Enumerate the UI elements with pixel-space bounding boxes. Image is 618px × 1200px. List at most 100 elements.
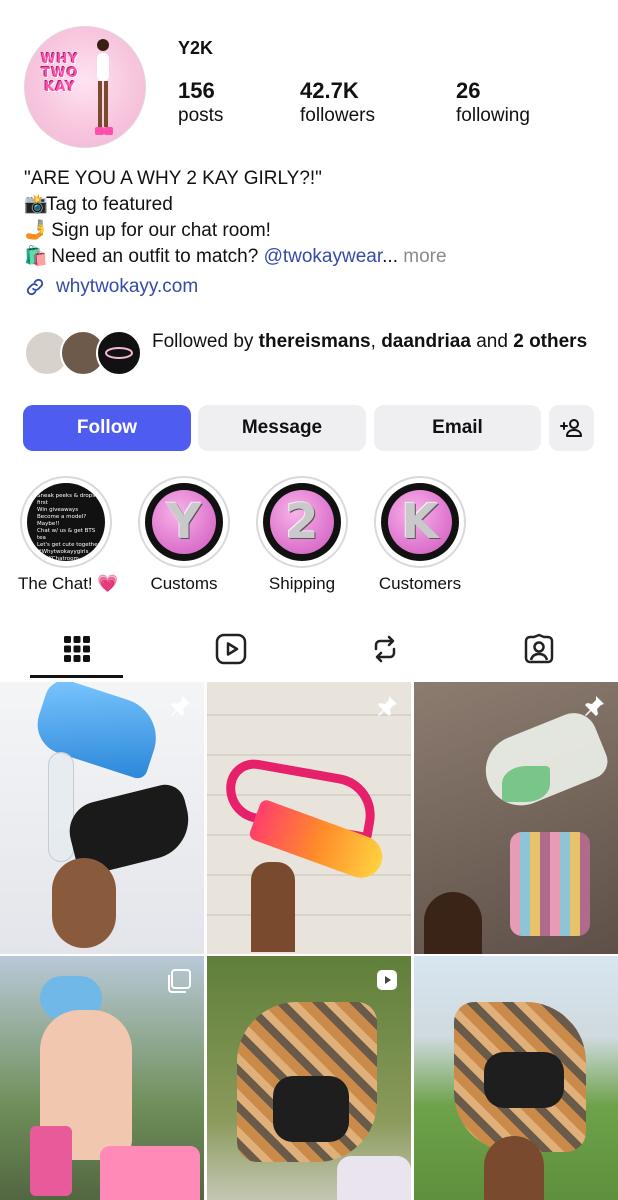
highlight-cover-text: Sneak peeks & drops first Win giveaways … <box>37 493 100 561</box>
post-image-hand <box>424 892 482 954</box>
bio-line: 🤳 Sign up for our chat room! <box>24 218 599 244</box>
bio-mention-link[interactable]: @twokaywear <box>264 246 383 267</box>
link-icon <box>26 278 44 296</box>
highlight-ring: Sneak peeks & drops first Win giveaways … <box>20 476 112 568</box>
pinned-badge <box>168 694 192 723</box>
highlight-label: Customs <box>150 574 218 593</box>
followed-by-text: Followed by thereismans, daandriaa and 2… <box>152 329 592 355</box>
highlight-cover: K <box>381 483 459 561</box>
bio-line: "ARE YOU A WHY 2 KAY GIRLY?!" <box>24 168 322 189</box>
follow-button[interactable]: Follow <box>23 405 191 451</box>
bio-text: Tag to featured <box>46 194 173 215</box>
tab-tagged[interactable] <box>462 618 616 680</box>
post-image-blanket <box>100 1146 200 1200</box>
stat-label: following <box>456 105 530 126</box>
profile-username: Y2K <box>178 38 214 58</box>
stat-value: 26 <box>456 78 481 103</box>
followed-by[interactable]: Followed by thereismans, daandriaa and 2… <box>24 326 594 382</box>
highlight-label: Shipping <box>268 574 336 593</box>
highlight-ring: Y <box>138 476 230 568</box>
carousel-badge <box>166 968 192 999</box>
posts-count: 156 posts <box>178 78 223 128</box>
stat-value: 156 <box>178 78 215 103</box>
pinned-badge <box>375 694 399 723</box>
tab-reels[interactable] <box>154 618 308 680</box>
tab-reposts[interactable] <box>308 618 462 680</box>
follower-logo-icon <box>105 347 133 359</box>
highlight-the-chat[interactable]: Sneak peeks & drops first Win giveaways … <box>18 476 119 594</box>
followers-count[interactable]: 42.7K followers <box>300 78 375 128</box>
posts-grid <box>0 682 618 1200</box>
post-image-platform <box>510 832 590 936</box>
post-image-hand <box>484 1136 544 1200</box>
active-tab-indicator <box>30 675 123 678</box>
post-image-woven-strap <box>484 1052 564 1108</box>
stat-label: followers <box>300 105 375 126</box>
highlight-customers[interactable]: K Customers <box>372 476 468 594</box>
highlight-label: Customers <box>378 574 462 593</box>
bio-ellipsis: ... <box>382 246 398 267</box>
bio-text: Need an outfit to match? <box>46 246 264 267</box>
highlight-customs[interactable]: Y Customs <box>136 476 232 594</box>
pin-icon <box>585 696 604 716</box>
highlight-cover: Sneak peeks & drops first Win giveaways … <box>27 483 105 561</box>
camera-emoji-icon: 📸 <box>24 194 48 215</box>
avatar-logo: WHY TWO KAY <box>41 52 79 95</box>
pin-icon <box>171 696 190 716</box>
stat-label: posts <box>178 105 224 126</box>
followed-by-prefix: Followed by <box>152 331 259 352</box>
website-link[interactable]: whytwokayy.com <box>24 276 198 298</box>
post-image-heel <box>48 752 74 862</box>
add-person-icon <box>559 419 582 437</box>
post-image-woven-strap <box>273 1076 349 1142</box>
selfie-emoji-icon: 🤳 <box>24 220 48 241</box>
post-image-cooler <box>30 1126 72 1196</box>
follower-name[interactable]: daandriaa <box>381 331 471 352</box>
highlight-cover: Y <box>145 483 223 561</box>
profile-tabs <box>0 618 618 680</box>
post-tile[interactable] <box>0 956 204 1200</box>
bio-more-button[interactable]: more <box>398 246 446 267</box>
profile-bio: "ARE YOU A WHY 2 KAY GIRLY?!" 📸Tag to fe… <box>24 166 599 270</box>
follower-name[interactable]: thereismans <box>259 331 371 352</box>
avatar-figure-illustration <box>95 39 113 135</box>
post-tile[interactable] <box>414 682 618 954</box>
highlight-label: The Chat! 💗 <box>18 574 119 593</box>
bio-text: Sign up for our chat room! <box>46 220 271 241</box>
repost-icon <box>374 635 396 663</box>
post-tile[interactable] <box>207 682 411 954</box>
tab-posts-grid[interactable] <box>0 618 154 680</box>
post-tile[interactable] <box>207 956 411 1200</box>
bio-line: 🛍️ Need an outfit to match? @twokaywear.… <box>24 244 599 270</box>
followed-by-others[interactable]: 2 others <box>513 331 587 352</box>
highlight-letter: Y <box>152 490 216 554</box>
highlight-letter: 2 <box>270 490 334 554</box>
carousel-icon <box>168 969 191 993</box>
post-tile[interactable] <box>414 956 618 1200</box>
bio-line: 📸Tag to featured <box>24 192 599 218</box>
highlight-ring: 2 <box>256 476 348 568</box>
post-image-butterfly <box>502 766 550 802</box>
grid-icon <box>64 636 90 662</box>
post-image-box <box>337 1156 411 1200</box>
email-button[interactable]: Email <box>374 405 541 451</box>
post-tile[interactable] <box>0 682 204 954</box>
highlight-cover: 2 <box>263 483 341 561</box>
pin-icon <box>378 696 397 716</box>
reel-icon <box>377 970 397 990</box>
post-image-leg <box>52 858 116 948</box>
reels-icon <box>215 633 247 665</box>
message-button[interactable]: Message <box>198 405 366 451</box>
reel-badge <box>375 968 399 997</box>
profile-avatar[interactable]: WHY TWO KAY <box>24 26 146 148</box>
suggested-people-button[interactable] <box>549 405 594 451</box>
stat-value: 42.7K <box>300 78 359 103</box>
highlight-shipping[interactable]: 2 Shipping <box>254 476 350 594</box>
highlight-ring: K <box>374 476 466 568</box>
pinned-badge <box>582 694 606 723</box>
post-image-hand <box>251 862 295 952</box>
following-count[interactable]: 26 following <box>456 78 530 128</box>
website-link-text: whytwokayy.com <box>56 276 199 297</box>
highlight-letter: K <box>388 490 452 554</box>
follower-avatar <box>96 330 142 376</box>
